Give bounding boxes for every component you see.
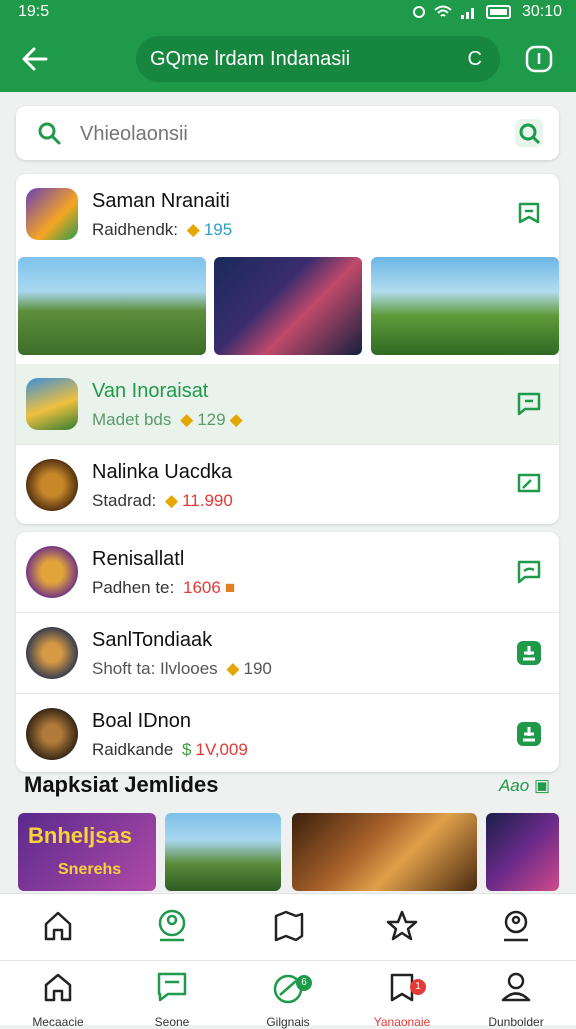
list-item[interactable]: Van Inoraisat Madet bds ◆ 129 ◆	[16, 364, 559, 444]
tab-label[interactable]: Gilgnais	[243, 1015, 333, 1029]
tab-label[interactable]: Mecaacie	[13, 1015, 103, 1029]
item-sub: Raidhendk: ◆ 195	[92, 220, 233, 239]
notification-badge: 6	[296, 975, 312, 991]
status-time: 19:5	[18, 3, 50, 20]
game-avatar	[26, 708, 78, 760]
game-screenshot[interactable]	[18, 257, 206, 355]
search-bar[interactable]	[16, 106, 559, 160]
title-pill[interactable]: GQme lrdam Indanasii C	[136, 36, 500, 82]
star-icon[interactable]	[382, 906, 422, 946]
map-icon[interactable]	[268, 906, 308, 946]
item-sub: Madet bds ◆ 129 ◆	[92, 410, 243, 429]
game-banner[interactable]	[292, 813, 477, 891]
comment-icon[interactable]	[515, 558, 543, 586]
item-sub: Raidkande $1V,009	[92, 740, 248, 759]
app-bar: GQme lrdam Indanasii C	[0, 26, 576, 92]
list-item[interactable]: Nalinka Uacdka Stadrad: ◆ 11.990	[16, 445, 559, 525]
chat-icon[interactable]	[154, 969, 190, 1005]
banner-title: Bnheljsas	[28, 823, 132, 848]
signal-icon	[460, 8, 474, 19]
search-icon	[38, 122, 61, 145]
grid-icon: ▣	[533, 776, 550, 795]
location-user-icon[interactable]	[496, 906, 536, 946]
game-banner[interactable]	[486, 813, 559, 891]
section-title: Mapksiat Jemlides	[24, 772, 219, 797]
item-name: Van Inoraisat	[92, 380, 209, 402]
page-title: GQme lrdam Indanasii	[150, 48, 351, 70]
game-banner[interactable]	[165, 813, 281, 891]
wifi-icon	[434, 5, 452, 17]
home-icon[interactable]	[38, 906, 78, 946]
download-icon[interactable]	[515, 720, 543, 748]
game-screenshot[interactable]	[214, 257, 362, 355]
game-avatar	[26, 627, 78, 679]
item-name: Boal IDnon	[92, 710, 191, 732]
status-icons: 30:10	[412, 3, 562, 21]
comment-icon[interactable]	[515, 471, 543, 499]
download-icon[interactable]	[515, 639, 543, 667]
game-avatar	[26, 378, 78, 430]
tab-label[interactable]: Yanaonaie	[357, 1015, 447, 1029]
list-item[interactable]: Boal IDnon Raidkande $1V,009	[16, 694, 559, 774]
item-name: Renisallatl	[92, 548, 185, 570]
alarm-icon	[412, 6, 425, 18]
item-name: SanlTondiaak	[92, 629, 213, 651]
item-sub: Padhen te: 1606 ■	[92, 578, 236, 597]
comment-icon[interactable]	[515, 390, 543, 418]
back-arrow-icon[interactable]	[18, 42, 52, 76]
battery-icon	[485, 5, 511, 19]
home-icon[interactable]	[40, 969, 76, 1005]
user-icon[interactable]	[498, 969, 534, 1005]
item-name: Saman Nranaiti	[92, 190, 230, 212]
game-banner[interactable]: Bnheljsas Snerehs	[18, 813, 156, 891]
game-avatar	[26, 546, 78, 598]
list-item[interactable]: Renisallatl Padhen te: 1606 ■	[16, 532, 559, 612]
shield-icon[interactable]	[524, 44, 554, 74]
tab-label[interactable]: Seone	[127, 1015, 217, 1029]
recommended-strip: Bnheljsas Snerehs	[0, 813, 576, 893]
item-sub: Stadrad: ◆ 11.990	[92, 491, 233, 510]
tab-label[interactable]: Dunbolder	[471, 1015, 561, 1029]
game-avatar	[26, 188, 78, 240]
see-all-link[interactable]: Aao ▣	[499, 776, 550, 796]
status-bar: 19:5 30:10	[0, 0, 576, 26]
list-item[interactable]: Saman Nranaiti Raidhendk: ◆ 195	[16, 174, 559, 254]
games-list-card: Renisallatl Padhen te: 1606 ■ SanlTondiaa…	[16, 532, 559, 772]
coin-icon: ◆	[186, 220, 200, 239]
screenshot-strip	[0, 257, 576, 357]
search-button-icon[interactable]	[515, 119, 543, 147]
tab-bar-bottom: Mecaacie Seone 6 Gilgnais 1 Yanaonaie Du…	[0, 960, 576, 1029]
notification-badge: 1	[410, 979, 426, 995]
status-clock: 30:10	[521, 3, 562, 20]
list-item[interactable]: SanlTondiaak Shoft ta: Ilvlooes ◆ 190	[16, 613, 559, 693]
game-avatar	[26, 459, 78, 511]
profile-search-icon[interactable]	[152, 906, 192, 946]
tab-bar-top	[0, 893, 576, 960]
item-name: Nalinka Uacdka	[92, 461, 233, 483]
item-sub: Shoft ta: Ilvlooes ◆ 190	[92, 659, 272, 678]
search-input[interactable]	[78, 118, 482, 150]
bookmark-comment-icon[interactable]	[515, 200, 543, 228]
game-screenshot[interactable]	[371, 257, 559, 355]
banner-subtitle: Snerehs	[58, 861, 122, 878]
refresh-icon[interactable]: C	[468, 48, 482, 71]
